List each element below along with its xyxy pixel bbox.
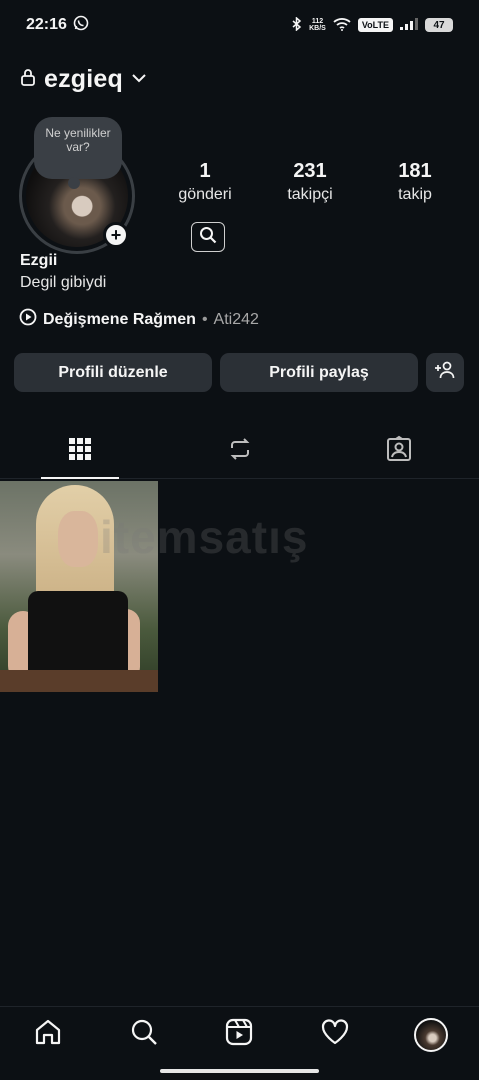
stat-following[interactable]: 181 takip bbox=[370, 158, 460, 206]
music-title: Değişmene Rağmen bbox=[43, 310, 196, 328]
stat-value: 231 bbox=[293, 160, 327, 182]
stat-value: 181 bbox=[398, 160, 432, 182]
lock-icon bbox=[20, 68, 36, 91]
music-artist: Ati242 bbox=[213, 310, 259, 328]
tab-posts[interactable] bbox=[0, 425, 160, 479]
net-speed: 112 KB/S bbox=[309, 18, 326, 32]
search-icon bbox=[129, 1017, 159, 1052]
stat-posts[interactable]: 1 gönderi bbox=[160, 158, 250, 206]
nav-profile[interactable] bbox=[407, 1011, 455, 1059]
profile-avatar bbox=[414, 1017, 449, 1052]
search-icon bbox=[199, 226, 217, 249]
bottom-nav bbox=[0, 1006, 479, 1062]
nav-search[interactable] bbox=[120, 1011, 168, 1059]
profile-actions: Profili düzenle Profili paylaş bbox=[14, 353, 464, 392]
add-person-button[interactable] bbox=[426, 353, 464, 392]
heart-icon bbox=[320, 1017, 350, 1052]
stat-label: takipçi bbox=[287, 186, 333, 203]
profile-tabs bbox=[0, 425, 479, 479]
signal-icon bbox=[400, 17, 418, 33]
nav-reels[interactable] bbox=[215, 1011, 263, 1059]
add-story-icon[interactable]: + bbox=[103, 222, 129, 248]
share-profile-button[interactable]: Profili paylaş bbox=[220, 353, 418, 392]
wifi-icon bbox=[333, 17, 351, 34]
bluetooth-icon bbox=[292, 15, 302, 34]
username[interactable]: ezgieq bbox=[44, 65, 123, 94]
edit-profile-button[interactable]: Profili düzenle bbox=[14, 353, 212, 392]
home-icon bbox=[33, 1017, 63, 1052]
play-icon bbox=[19, 308, 37, 331]
grid-icon bbox=[68, 437, 92, 466]
nav-activity[interactable] bbox=[311, 1011, 359, 1059]
volte-badge: VoLTE bbox=[357, 18, 393, 32]
stat-followers[interactable]: 231 takipçi bbox=[265, 158, 355, 206]
stat-value: 1 bbox=[199, 160, 211, 182]
home-indicator[interactable] bbox=[160, 1069, 319, 1073]
display-name: Ezgii bbox=[20, 252, 58, 269]
repost-icon bbox=[227, 436, 253, 467]
clock: 22:16 bbox=[26, 16, 67, 33]
chevron-down-icon[interactable] bbox=[131, 70, 147, 88]
profile-music[interactable]: Değişmene Rağmen • Ati242 bbox=[19, 308, 259, 331]
profile-stats: 1 gönderi 231 takipçi 181 takip bbox=[160, 158, 460, 206]
status-bar: 22:16 112 KB/S VoLTE 47 bbox=[0, 0, 479, 50]
stat-label: gönderi bbox=[178, 186, 232, 203]
profile-header[interactable]: ezgieq bbox=[20, 60, 147, 98]
tab-reposts[interactable] bbox=[160, 425, 320, 478]
reels-icon bbox=[224, 1017, 254, 1052]
stat-label: takip bbox=[398, 186, 432, 203]
music-separator: • bbox=[201, 310, 208, 328]
find-people-button[interactable] bbox=[191, 222, 225, 252]
battery-indicator: 47 bbox=[425, 18, 453, 32]
watermark: itemsatış bbox=[100, 511, 309, 563]
bio-text: Degil gibiydi bbox=[20, 274, 107, 291]
tab-tagged[interactable] bbox=[319, 425, 479, 478]
nav-home[interactable] bbox=[24, 1011, 72, 1059]
whatsapp-icon bbox=[73, 15, 89, 36]
tagged-icon bbox=[385, 435, 413, 468]
add-person-icon bbox=[434, 361, 456, 384]
note-bubble[interactable]: Ne yenilikler var? bbox=[34, 117, 122, 189]
